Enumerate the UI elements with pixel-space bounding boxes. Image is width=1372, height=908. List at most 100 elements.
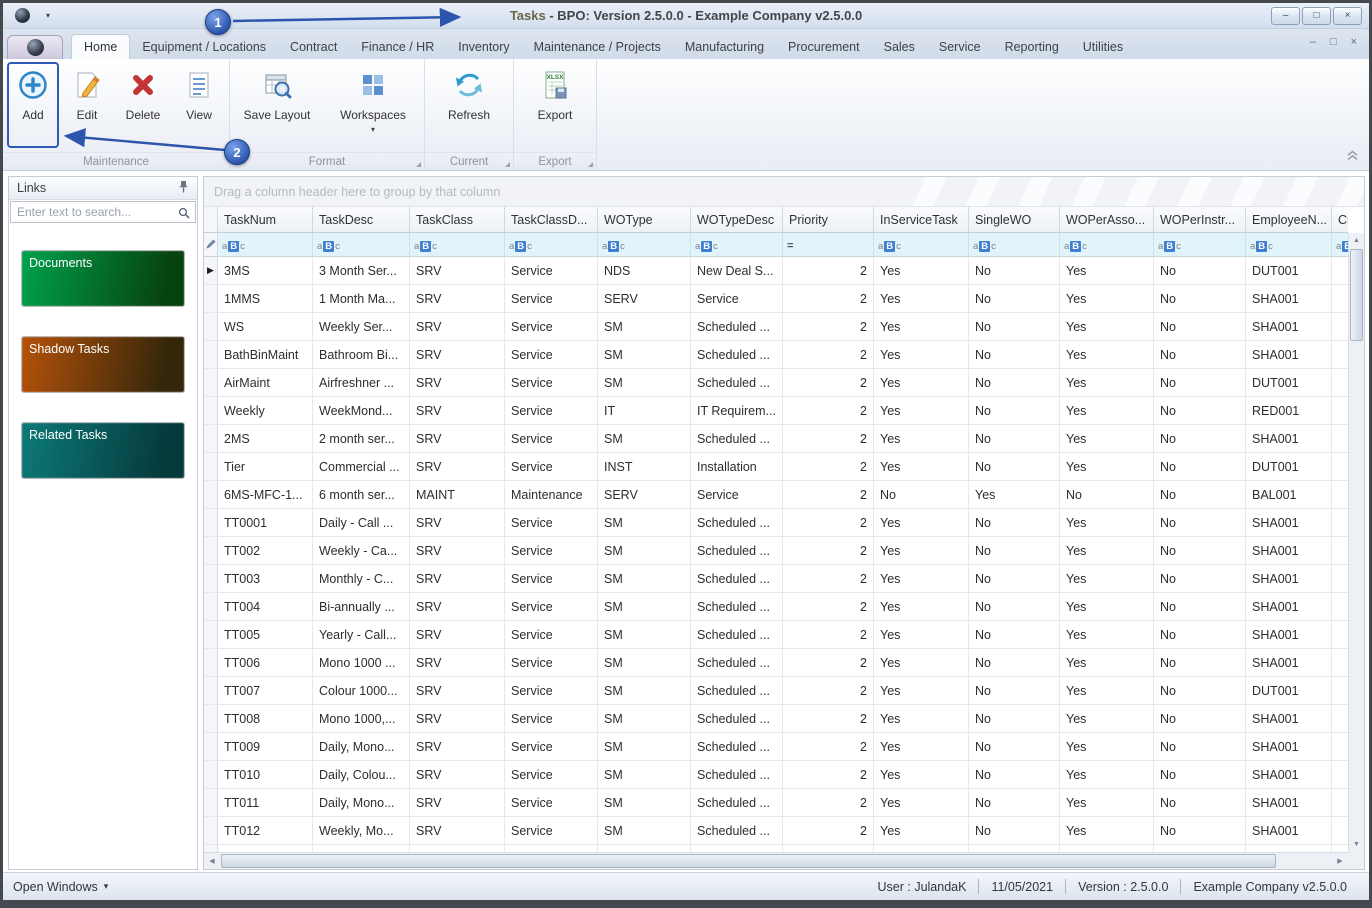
grid-cell[interactable]: No: [969, 369, 1060, 397]
grid-cell[interactable]: Yes: [874, 425, 969, 453]
grid-cell[interactable]: 2: [783, 341, 874, 369]
grid-cell[interactable]: Scheduled ...: [691, 789, 783, 817]
column-header-inservicetask[interactable]: InServiceTask: [874, 207, 969, 233]
grid-cell[interactable]: No: [1060, 481, 1154, 509]
grid-cell[interactable]: Service: [505, 537, 598, 565]
filter-cell-employeen[interactable]: aBc: [1246, 233, 1332, 257]
grid-cell[interactable]: Yes: [874, 621, 969, 649]
grid-cell[interactable]: SM: [598, 537, 691, 565]
grid-cell[interactable]: 3 Month Ser...: [313, 257, 410, 285]
grid-cell[interactable]: Yes: [874, 285, 969, 313]
grid-cell[interactable]: [1332, 845, 1348, 852]
grid-row-tt0001[interactable]: TT0001Daily - Call ...SRVServiceSMSchedu…: [204, 509, 1348, 537]
grid-cell[interactable]: Weekly: [218, 397, 313, 425]
group-by-bar[interactable]: Drag a column header here to group by th…: [204, 177, 1364, 207]
grid-cell[interactable]: Yes: [1060, 789, 1154, 817]
grid-cell[interactable]: No: [1154, 257, 1246, 285]
grid-cell[interactable]: SHA001: [1246, 705, 1332, 733]
grid-cell[interactable]: SRV: [410, 649, 505, 677]
format-dialog-launcher[interactable]: [416, 162, 421, 167]
grid-row-airmaint[interactable]: AirMaintAirfreshner ...SRVServiceSMSched…: [204, 369, 1348, 397]
grid-row-tt008[interactable]: TT008Mono 1000,...SRVServiceSMScheduled …: [204, 705, 1348, 733]
grid-cell[interactable]: SRV: [410, 789, 505, 817]
grid-cell[interactable]: WeekMond...: [313, 397, 410, 425]
grid-cell[interactable]: Service: [505, 817, 598, 845]
grid-cell[interactable]: SHA001: [1246, 621, 1332, 649]
grid-cell[interactable]: SHA001: [1246, 817, 1332, 845]
grid-cell[interactable]: SHA001: [1246, 341, 1332, 369]
grid-cell[interactable]: Maintenance: [505, 481, 598, 509]
grid-cell[interactable]: 2: [783, 397, 874, 425]
column-header-wotypedesc[interactable]: WOTypeDesc: [691, 207, 783, 233]
grid-cell[interactable]: Bi-annually ...: [313, 593, 410, 621]
grid-cell[interactable]: [1332, 733, 1348, 761]
add-button[interactable]: Add: [7, 62, 59, 148]
grid-cell[interactable]: SM: [598, 313, 691, 341]
refresh-button[interactable]: Refresh: [437, 62, 501, 148]
grid-cell[interactable]: No: [969, 621, 1060, 649]
grid-cell[interactable]: 2: [783, 733, 874, 761]
grid-cell[interactable]: No: [1154, 313, 1246, 341]
grid-cell[interactable]: Yes: [1060, 677, 1154, 705]
grid-cell[interactable]: Daily, Mono...: [313, 789, 410, 817]
grid-row-tt005[interactable]: TT005Yearly - Call...SRVServiceSMSchedul…: [204, 621, 1348, 649]
grid-cell[interactable]: SRV: [410, 677, 505, 705]
column-header-wotype[interactable]: WOType: [598, 207, 691, 233]
grid-cell[interactable]: SRV: [410, 285, 505, 313]
grid-cell[interactable]: Monthly - C...: [313, 565, 410, 593]
grid-cell[interactable]: No: [1154, 285, 1246, 313]
grid-row-tt003[interactable]: TT003Monthly - C...SRVServiceSMScheduled…: [204, 565, 1348, 593]
minimize-button[interactable]: –: [1271, 7, 1300, 25]
grid-cell[interactable]: SHA001: [1246, 313, 1332, 341]
grid-cell[interactable]: [1332, 285, 1348, 313]
ribbon-restore-icon[interactable]: □: [1330, 36, 1337, 48]
grid-cell[interactable]: SM: [598, 341, 691, 369]
grid-cell[interactable]: Yes: [874, 733, 969, 761]
grid-cell[interactable]: Yes: [1060, 845, 1154, 852]
grid-cell[interactable]: Daily - Call ...: [313, 509, 410, 537]
filter-cell-woperasso[interactable]: aBc: [1060, 233, 1154, 257]
grid-row-tt011[interactable]: TT011Daily, Mono...SRVServiceSMScheduled…: [204, 789, 1348, 817]
grid-cell[interactable]: 2: [783, 649, 874, 677]
grid-cell[interactable]: Service: [505, 649, 598, 677]
filter-cell-priority[interactable]: =: [783, 233, 874, 257]
ribbon-tab-contract[interactable]: Contract: [278, 34, 349, 59]
grid-cell[interactable]: No: [969, 397, 1060, 425]
grid-cell[interactable]: Yes: [874, 313, 969, 341]
grid-cell[interactable]: 2: [783, 509, 874, 537]
grid-cell[interactable]: IT Requirem...: [691, 397, 783, 425]
grid-cell[interactable]: 1 Month Ma...: [313, 285, 410, 313]
grid-cell[interactable]: No: [1154, 453, 1246, 481]
ribbon-tab-home[interactable]: Home: [71, 34, 130, 59]
grid-cell[interactable]: No: [969, 537, 1060, 565]
grid-row-2ms[interactable]: 2MS2 month ser...SRVServiceSMScheduled .…: [204, 425, 1348, 453]
ribbon-tab-service[interactable]: Service: [927, 34, 993, 59]
grid-cell[interactable]: No: [1154, 761, 1246, 789]
grid-cell[interactable]: [1332, 761, 1348, 789]
workspaces-button[interactable]: Workspaces ▾: [330, 62, 416, 148]
grid-cell[interactable]: Service: [505, 425, 598, 453]
grid-cell[interactable]: Service: [505, 621, 598, 649]
grid-cell[interactable]: TT006: [218, 649, 313, 677]
delete-button[interactable]: Delete: [115, 62, 171, 148]
grid-cell[interactable]: SRV: [410, 369, 505, 397]
grid-cell[interactable]: Service: [505, 341, 598, 369]
grid-cell[interactable]: 2: [783, 845, 874, 852]
grid-cell[interactable]: Service: [505, 761, 598, 789]
grid-cell[interactable]: Installation: [691, 453, 783, 481]
grid-cell[interactable]: Yes: [874, 537, 969, 565]
grid-cell[interactable]: No: [969, 593, 1060, 621]
ribbon-close-icon[interactable]: ×: [1351, 36, 1357, 48]
grid-cell[interactable]: Service: [505, 509, 598, 537]
grid-cell[interactable]: SRV: [410, 621, 505, 649]
grid-row-bathbinmaint[interactable]: BathBinMaintBathroom Bi...SRVServiceSMSc…: [204, 341, 1348, 369]
filter-cell-tasknum[interactable]: aBc: [218, 233, 313, 257]
grid-cell[interactable]: Yes: [1060, 621, 1154, 649]
export-button[interactable]: XLSX Export: [526, 62, 584, 148]
scroll-left-button[interactable]: ◀: [204, 853, 220, 869]
grid-cell[interactable]: [1332, 313, 1348, 341]
grid-cell[interactable]: Yes: [1060, 537, 1154, 565]
ribbon-tab-reporting[interactable]: Reporting: [993, 34, 1071, 59]
grid-cell[interactable]: Weekly, Col...: [313, 845, 410, 852]
grid-cell[interactable]: Service: [505, 593, 598, 621]
